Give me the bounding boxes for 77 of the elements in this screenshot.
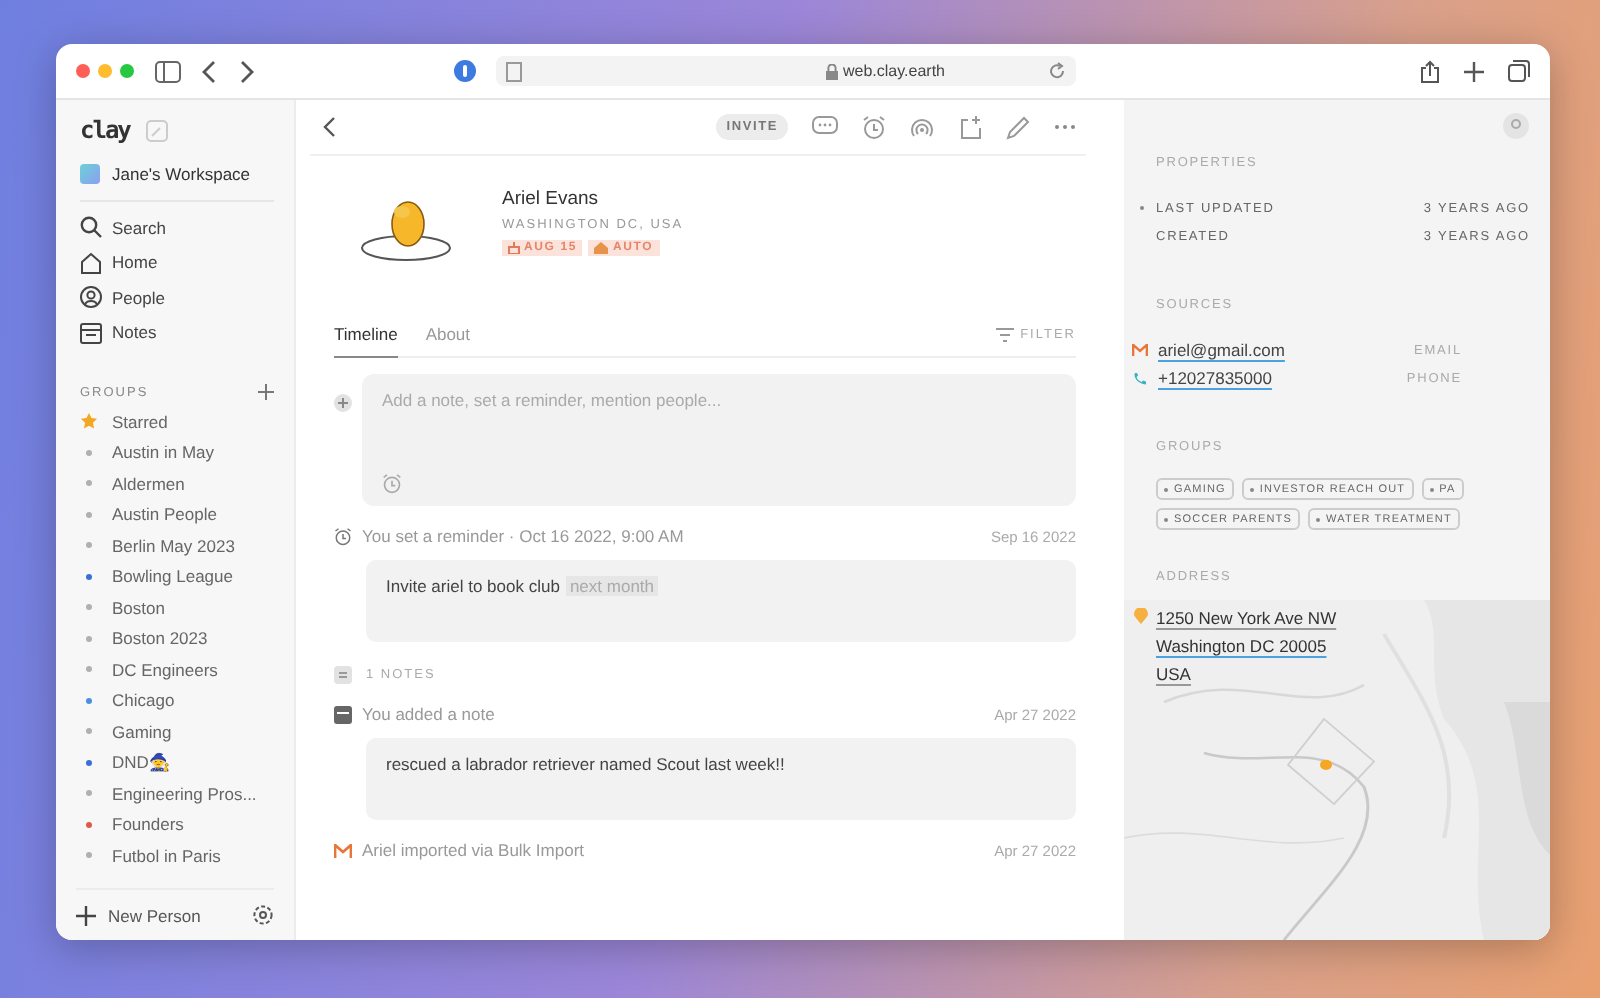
more-icon[interactable] [1054, 124, 1076, 130]
back-icon[interactable] [322, 116, 336, 138]
nav-item[interactable]: People [80, 280, 274, 315]
sidebar-toggle-icon[interactable] [154, 59, 182, 83]
pencil-icon[interactable] [1006, 115, 1030, 139]
group-item[interactable]: Gaming [80, 716, 274, 747]
search-icon [80, 216, 102, 239]
group-item[interactable]: Austin in May [80, 437, 274, 468]
add-icon[interactable] [258, 384, 274, 400]
event-body: rescued a labrador retriever named Scout last week!! [386, 754, 785, 774]
event-body: Invite ariel to book club [386, 576, 560, 596]
nav-item[interactable]: Notes [80, 315, 274, 350]
calendar-icon [80, 321, 102, 344]
window-controls[interactable] [76, 64, 134, 78]
group-item[interactable]: Boston 2023 [80, 623, 274, 654]
new-person-button[interactable]: New Person [76, 905, 201, 925]
tabs-overview-icon[interactable] [1508, 60, 1530, 82]
group-item[interactable]: DND🧙 [80, 747, 274, 778]
plus-icon [76, 905, 96, 925]
cake-icon [508, 242, 520, 254]
share-icon[interactable] [1420, 59, 1440, 83]
broadcast-icon[interactable] [910, 115, 934, 139]
event-text: You set a reminder · Oct 16 2022, 9:00 AM [362, 526, 684, 546]
event-text: Ariel imported via Bulk Import [362, 840, 585, 860]
group-item[interactable]: Chicago [80, 685, 274, 716]
address-link[interactable]: 1250 New York Ave NW [1156, 608, 1337, 630]
gmail-icon [1132, 344, 1148, 356]
address-link[interactable]: Washington DC 20005 [1156, 636, 1337, 658]
group-item[interactable]: Berlin May 2023 [80, 530, 274, 561]
group-item[interactable]: Aldermen [80, 468, 274, 499]
alarm-icon[interactable] [862, 115, 886, 139]
filter-icon [996, 327, 1015, 341]
group-item[interactable]: Bowling League [80, 561, 274, 592]
gmail-icon [334, 843, 352, 857]
alarm-icon[interactable] [382, 474, 402, 494]
url-text: web.clay.earth [843, 62, 945, 80]
avatar-icon[interactable] [1502, 112, 1530, 140]
pin-icon [1134, 608, 1148, 624]
group-item[interactable]: Austin People [80, 499, 274, 530]
house-icon [594, 242, 609, 254]
source-link[interactable]: ariel@gmail.com [1158, 340, 1285, 360]
event-text: You added a note [362, 704, 495, 724]
group-item[interactable]: DC Engineers [80, 654, 274, 685]
nav-item[interactable]: Search [80, 210, 274, 245]
note-field[interactable]: Add a note, set a reminder, mention people... [382, 390, 1056, 410]
page-icon [506, 61, 522, 81]
app-logo[interactable]: clay [80, 116, 130, 144]
source-link[interactable]: +12027835000 [1158, 368, 1272, 388]
forward-icon[interactable] [238, 59, 254, 83]
group-item[interactable]: Futbol in Paris [80, 840, 274, 871]
address-link[interactable]: USA [1156, 664, 1337, 686]
comment-icon[interactable] [812, 116, 838, 138]
lock-icon [825, 63, 837, 79]
phone-icon [1132, 371, 1148, 385]
add-frame-icon[interactable] [958, 115, 982, 139]
reload-icon[interactable] [1048, 62, 1066, 80]
plus-circle-icon [334, 394, 352, 412]
nav-item[interactable]: Home [80, 245, 274, 280]
group-item[interactable]: Starred [80, 406, 274, 437]
note-icon [334, 705, 352, 723]
address-bar[interactable]: web.clay.earth [496, 56, 1076, 86]
new-tab-icon[interactable] [1464, 61, 1484, 81]
workspace-switcher[interactable]: Jane's Workspace [80, 160, 274, 188]
tab[interactable]: About [425, 313, 471, 357]
alarm-icon [334, 527, 352, 545]
password-extension-icon[interactable] [454, 60, 476, 82]
person-name: Ariel Evans [502, 188, 601, 210]
person-icon [80, 286, 102, 309]
settings-icon[interactable] [252, 904, 274, 926]
group-item[interactable]: Engineering Pros... [80, 778, 274, 809]
group-item[interactable]: Boston [80, 592, 274, 623]
home-icon [80, 251, 102, 274]
tab[interactable]: Timeline [334, 313, 398, 357]
group-item[interactable]: Founders [80, 809, 274, 840]
back-icon[interactable] [202, 59, 218, 83]
date-chip: next month [565, 576, 659, 596]
note-stack-icon [334, 666, 352, 684]
